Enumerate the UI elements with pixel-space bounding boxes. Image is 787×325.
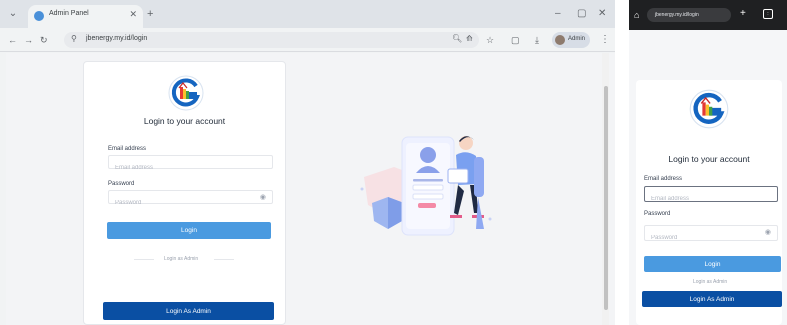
tab-switcher-icon[interactable]: : [763,9,773,19]
browser-toolbar: ← → ↻ ⚲ jbenergy.my.id/login 🔍︎ ⟰ ☆ ▢ ⤓ … [0,28,615,52]
mobile-eye-icon[interactable]: ◉ [765,228,771,236]
mobile-url-text: jbenergy.my.id/login [655,12,699,18]
mobile-admin-login-button[interactable]: Login As Admin [642,291,782,307]
eye-icon[interactable]: ◉ [260,193,266,201]
password-input[interactable] [109,197,272,209]
login-illustration [360,136,492,236]
email-field[interactable] [108,155,273,174]
reload-icon[interactable]: ↻ [40,34,48,46]
mobile-email-input[interactable] [645,192,777,206]
forward-icon[interactable]: → [24,34,33,46]
close-tab-icon[interactable]: ✕ [129,9,137,20]
mobile-address-bar: ⌂ jbenergy.my.id/login + : [629,0,787,30]
favicon-icon [34,11,44,21]
mobile-divider-text: Login as Admin [693,279,728,285]
email-input[interactable] [109,162,272,174]
mobile-password-label: Password [644,211,671,217]
mobile-email-field[interactable] [644,186,778,206]
tab-bar: ⌄ Admin Panel ✕ + – ▢ ✕ [0,0,615,28]
school-logo [168,75,204,111]
profile-button[interactable]: Admin [552,32,590,48]
password-field[interactable]: ◉ [108,190,273,209]
bookmark-star-icon[interactable]: ☆ [486,34,494,46]
add-tab-icon[interactable]: + [740,8,746,20]
divider-right [214,259,234,260]
new-tab-icon[interactable]: + [147,9,153,20]
mobile-email-label: Email address [644,176,683,182]
admin-login-button[interactable]: Login As Admin [103,302,274,320]
minimize-icon[interactable]: – [555,8,561,20]
tab-title: Admin Panel [49,10,89,17]
browser-window: ⌄ Admin Panel ✕ + – ▢ ✕ ← → ↻ ⚲ jbenergy… [0,0,615,325]
site-info-icon[interactable]: ⚲ [71,34,77,43]
download-icon[interactable]: ⤓ [535,34,539,46]
screenshot: ⌄ Admin Panel ✕ + – ▢ ✕ ← → ↻ ⚲ jbenergy… [0,0,787,325]
mobile-login-card: Login to your account Email address Pass… [636,80,782,325]
zoom-icon[interactable]: 🔍︎ [452,34,462,43]
close-window-icon[interactable]: ✕ [598,8,606,20]
address-bar[interactable]: ⚲ jbenergy.my.id/login 🔍︎ ⟰ [64,32,479,48]
mobile-school-logo [689,89,729,129]
browser-tab[interactable]: Admin Panel ✕ [28,5,143,28]
email-label: Email address [108,146,147,152]
login-card: Login to your account Email address Pass… [83,61,286,325]
back-icon[interactable]: ← [8,34,17,46]
mobile-view: ⌂ jbenergy.my.id/login + : Login to your… [629,0,787,325]
mobile-password-input[interactable] [645,231,777,245]
mobile-password-field[interactable]: ◉ [644,225,778,245]
divider-text: Login as Admin [164,256,199,262]
translate-icon[interactable]: ⟰ [466,34,473,43]
login-title: Login to your account [143,116,226,126]
profile-name: Admin [568,36,586,42]
page-viewport: Login to your account Email address Pass… [6,53,615,325]
menu-icon[interactable]: ⋮ [600,34,610,45]
mobile-login-button[interactable]: Login [644,256,781,272]
mobile-url-field[interactable]: jbenergy.my.id/login [647,8,731,22]
login-button[interactable]: Login [107,222,271,239]
avatar [555,35,565,45]
home-icon[interactable]: ⌂ [634,10,639,20]
password-label: Password [108,181,135,187]
tab-search-icon[interactable]: ⌄ [6,7,20,21]
extensions-icon[interactable]: ▢ [511,34,520,46]
maximize-icon[interactable]: ▢ [577,8,586,20]
scrollbar-thumb[interactable] [604,86,608,310]
divider-left [134,259,154,260]
mobile-login-title: Login to your account [668,154,750,164]
url-text: jbenergy.my.id/login [86,35,148,42]
